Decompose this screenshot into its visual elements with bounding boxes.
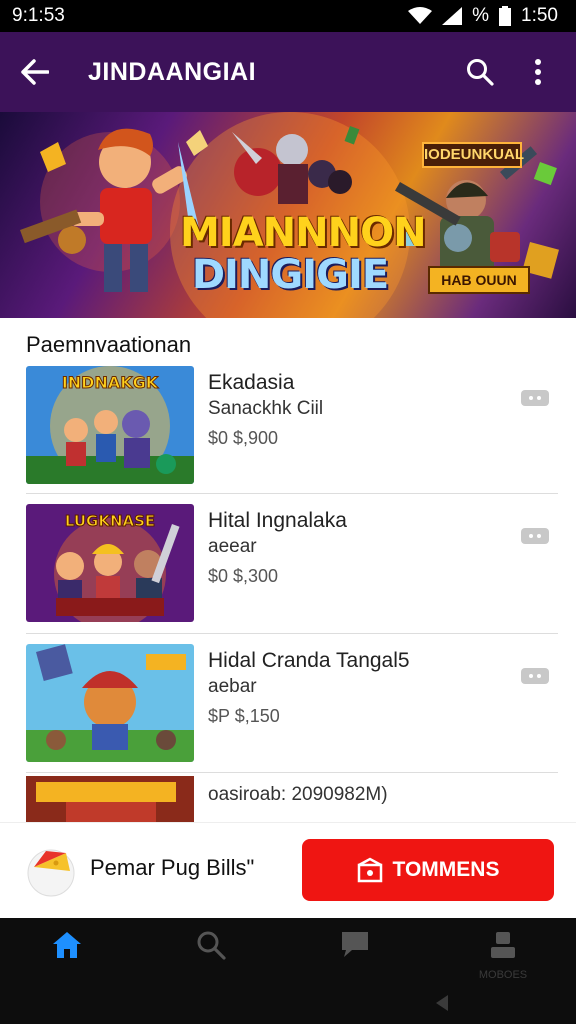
svg-text:INDNAKGK: INDNAKGK xyxy=(62,373,159,392)
item-name: Hital Ingnalaka xyxy=(208,509,347,532)
system-back-icon[interactable] xyxy=(434,994,450,1012)
promo-bar: Pemar Pug Bills" TOMMENS xyxy=(0,822,576,918)
app-bar: JINDAANGIAI xyxy=(0,32,576,112)
divider xyxy=(26,772,558,773)
chat-icon[interactable] xyxy=(520,526,550,548)
status-bar: 9:1:53 % 1:50 xyxy=(0,0,576,32)
search-icon xyxy=(467,59,494,86)
item-thumbnail-art: LUGKNASE xyxy=(26,504,194,622)
item-price: $0 $,900 xyxy=(208,428,279,448)
chat-icon xyxy=(342,932,368,957)
battery-icon xyxy=(499,6,512,26)
nav-item-home[interactable] xyxy=(22,930,112,990)
signal-icon xyxy=(442,7,463,25)
promo-button[interactable]: TOMMENS xyxy=(302,839,554,901)
item-price: $0 $,300 xyxy=(208,566,279,586)
promo-button-label: TOMMENS xyxy=(392,858,500,881)
profile-icon xyxy=(491,932,515,958)
section-title: Paemnvaationan xyxy=(26,332,192,357)
item-thumbnail-art: INDNAKGK xyxy=(26,366,194,484)
item-text: Hital Ingnalaka aeear $0 $,300 xyxy=(208,508,508,590)
item-thumbnail: LUGKNASE xyxy=(26,504,194,622)
list-item[interactable]: INDNAKGK Ekadasia Sanackhk Ciil $0 $,900 xyxy=(26,366,558,484)
svg-text:LUGKNASE: LUGKNASE xyxy=(65,512,155,530)
nav-item-search[interactable] xyxy=(166,930,256,990)
item-subtitle: aeear xyxy=(208,536,257,557)
more-options-button[interactable] xyxy=(518,52,558,92)
chat-icon[interactable] xyxy=(520,666,550,688)
content-list: Paemnvaationan INDNAKGK Ekadasia Sanackh… xyxy=(0,318,576,822)
wifi-icon xyxy=(408,7,433,24)
gift-icon xyxy=(357,857,382,883)
list-item[interactable]: Hidal Cranda Tangal5 aebar $P $,150 xyxy=(26,644,558,762)
app-actions xyxy=(460,52,576,92)
item-thumbnail-art xyxy=(26,644,194,762)
cheese-icon xyxy=(27,849,75,897)
item-thumbnail-art xyxy=(26,776,194,822)
search-button[interactable] xyxy=(460,52,500,92)
divider xyxy=(26,633,558,634)
item-thumbnail: INDNAKGK xyxy=(26,366,194,484)
battery-percent: % xyxy=(472,5,490,26)
nav-item-chat[interactable] xyxy=(310,930,400,990)
item-price: $P $,150 xyxy=(208,706,280,726)
app-title: JINDAANGIAI xyxy=(88,57,257,86)
nav-item-label: MOBOES xyxy=(478,969,528,981)
banner-badge: IODEUNKUAL xyxy=(422,142,524,168)
banner-cta-button[interactable]: HAB OUUN xyxy=(428,266,530,294)
list-item[interactable]: LUGKNASE Hital Ingnalaka aeear $0 $,300 xyxy=(26,504,558,622)
nav-item-profile[interactable]: MOBOES xyxy=(458,930,548,990)
item-subtitle: Sanackhk Ciil xyxy=(208,398,324,419)
banner-title-line1: MIANNNON xyxy=(180,210,427,256)
banner-title: MIANNNON DINGIGIE xyxy=(180,210,427,298)
search-icon xyxy=(197,931,226,960)
item-thumbnail xyxy=(26,776,194,822)
chat-icon[interactable] xyxy=(520,388,550,410)
hero-banner[interactable]: IODEUNKUAL MIANNNON DINGIGIE HAB OUUN xyxy=(0,112,576,318)
home-icon xyxy=(53,932,81,958)
banner-title-line2: DINGIGIE xyxy=(191,252,389,298)
arrow-left-icon xyxy=(21,59,49,85)
item-subtitle: aebar xyxy=(208,676,257,697)
item-name: Hidal Cranda Tangal5 xyxy=(208,649,410,672)
promo-text: Pemar Pug Bills" xyxy=(90,855,255,880)
item-meta: oasiroab: 2090982M) xyxy=(208,784,388,805)
back-button[interactable] xyxy=(0,32,70,112)
more-vert-icon xyxy=(535,59,541,85)
item-name: Ekadasia xyxy=(208,371,295,394)
status-clock-right: 1:50 xyxy=(521,5,558,26)
divider xyxy=(26,493,558,494)
bottom-navigation: MOBOES xyxy=(0,918,576,1024)
status-time: 9:1:53 xyxy=(12,5,65,26)
item-thumbnail xyxy=(26,644,194,762)
item-text: Hidal Cranda Tangal5 aebar $P $,150 xyxy=(208,648,508,730)
list-item[interactable]: oasiroab: 2090982M) xyxy=(26,776,558,822)
status-icons: % 1:50 xyxy=(408,5,558,27)
item-text: Ekadasia Sanackhk Ciil $0 $,900 xyxy=(208,370,508,452)
